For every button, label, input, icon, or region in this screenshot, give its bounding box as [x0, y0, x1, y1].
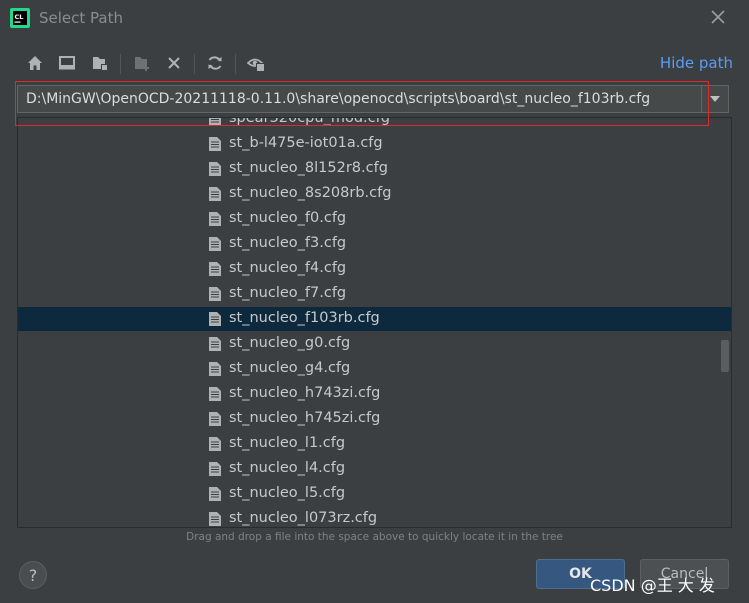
tree-item-label: st_nucleo_f0.cfg	[229, 210, 347, 226]
tree-item[interactable]: st_nucleo_l1.cfg	[18, 432, 731, 456]
new-folder-button[interactable]	[131, 52, 153, 74]
tree-item-label: st_nucleo_l073rz.cfg	[229, 510, 378, 526]
tree-item[interactable]: st_nucleo_f0.cfg	[18, 207, 731, 231]
tree-item[interactable]: st_nucleo_h745zi.cfg	[18, 407, 731, 431]
refresh-button[interactable]	[204, 52, 226, 74]
text-file-icon	[209, 437, 221, 451]
tree-item[interactable]: st_nucleo_g4.cfg	[18, 357, 731, 381]
path-combobox[interactable]	[17, 85, 729, 113]
tree-item-label: st_nucleo_l1.cfg	[229, 435, 346, 451]
text-file-icon	[209, 487, 221, 501]
hide-path-link[interactable]: Hide path	[660, 54, 733, 72]
tree-item-label: st_nucleo_8l152r8.cfg	[229, 160, 388, 176]
text-file-icon	[209, 412, 221, 426]
show-hidden-icon	[247, 58, 265, 72]
close-icon[interactable]	[709, 8, 727, 26]
tree-item[interactable]: st_nucleo_l5.cfg	[18, 482, 731, 506]
path-input[interactable]	[26, 89, 696, 109]
tree-item[interactable]: st_nucleo_g0.cfg	[18, 332, 731, 356]
tree-item[interactable]: st_nucleo_l4.cfg	[18, 457, 731, 481]
help-button[interactable]: ?	[19, 561, 47, 589]
toolbar-separator	[235, 54, 236, 74]
text-file-icon	[209, 187, 221, 201]
tree-item-label: spear320cpu_mod.cfg	[229, 117, 390, 126]
tree-item[interactable]: st_nucleo_f3.cfg	[18, 232, 731, 256]
tree-item[interactable]: st_nucleo_f4.cfg	[18, 257, 731, 281]
delete-icon	[168, 57, 180, 69]
text-file-icon	[209, 237, 221, 251]
tree-item[interactable]: st_nucleo_l073rz.cfg	[18, 507, 731, 527]
refresh-icon	[208, 56, 222, 70]
text-file-icon	[209, 287, 221, 301]
desktop-button[interactable]	[56, 52, 78, 74]
clion-app-icon: CL	[10, 8, 30, 28]
delete-button[interactable]	[163, 52, 185, 74]
app-icon-text: CL	[15, 13, 24, 21]
tree-item-label: st_nucleo_8s208rb.cfg	[229, 185, 392, 201]
tree-item[interactable]: st_nucleo_8l152r8.cfg	[18, 157, 731, 181]
tree-item-label: st_nucleo_g4.cfg	[229, 360, 351, 376]
home-button[interactable]	[24, 52, 46, 74]
text-file-icon	[209, 312, 221, 326]
title-bar: CL Select Path	[0, 0, 749, 36]
tree-item-label: st_nucleo_l5.cfg	[229, 485, 346, 501]
scrollbar-thumb[interactable]	[721, 340, 729, 372]
text-file-icon	[209, 137, 221, 151]
text-file-icon	[209, 162, 221, 176]
tree-item-label: st_b-l475e-iot01a.cfg	[229, 135, 383, 151]
desktop-icon	[59, 56, 75, 70]
file-tree[interactable]: spear320cpu_mod.cfg st_b-l475e-iot01a.cfg…	[17, 117, 732, 528]
tree-item-label: st_nucleo_g0.cfg	[229, 335, 351, 351]
text-file-icon	[209, 362, 221, 376]
text-file-icon	[209, 512, 221, 526]
watermark: CSDN @王 大 发	[590, 576, 715, 595]
tree-item-label: st_nucleo_f7.cfg	[229, 285, 347, 301]
toolbar-separator	[120, 54, 121, 74]
tree-item-label: st_nucleo_h745zi.cfg	[229, 410, 381, 426]
tree-item[interactable]: st_b-l475e-iot01a.cfg	[18, 132, 731, 156]
text-file-icon	[209, 387, 221, 401]
text-file-icon	[209, 118, 221, 126]
project-button[interactable]	[89, 52, 111, 74]
chevron-down-icon	[710, 96, 720, 102]
project-icon	[93, 57, 108, 71]
drag-drop-hint: Drag and drop a file into the space abov…	[186, 531, 563, 543]
tree-item-label: st_nucleo_f4.cfg	[229, 260, 347, 276]
show-hidden-button[interactable]	[245, 52, 267, 74]
text-file-icon	[209, 337, 221, 351]
text-file-icon	[209, 262, 221, 276]
tree-item[interactable]: st_nucleo_8s208rb.cfg	[18, 182, 731, 206]
tree-item[interactable]: st_nucleo_f103rb.cfg	[18, 307, 731, 331]
tree-item-label: st_nucleo_l4.cfg	[229, 460, 346, 476]
tree-item[interactable]: st_nucleo_f7.cfg	[18, 282, 731, 306]
tree-item[interactable]: spear320cpu_mod.cfg	[18, 117, 731, 131]
tree-item[interactable]: st_nucleo_h743zi.cfg	[18, 382, 731, 406]
tree-item-label: st_nucleo_f3.cfg	[229, 235, 347, 251]
window-title: Select Path	[39, 9, 123, 27]
tree-item-label: st_nucleo_f103rb.cfg	[229, 310, 380, 326]
home-icon	[28, 56, 42, 70]
new-folder-icon	[135, 57, 149, 71]
toolbar-separator	[194, 54, 195, 74]
text-file-icon	[209, 212, 221, 226]
path-dropdown-button[interactable]	[701, 86, 728, 112]
tree-item-label: st_nucleo_h743zi.cfg	[229, 385, 381, 401]
text-file-icon	[209, 462, 221, 476]
